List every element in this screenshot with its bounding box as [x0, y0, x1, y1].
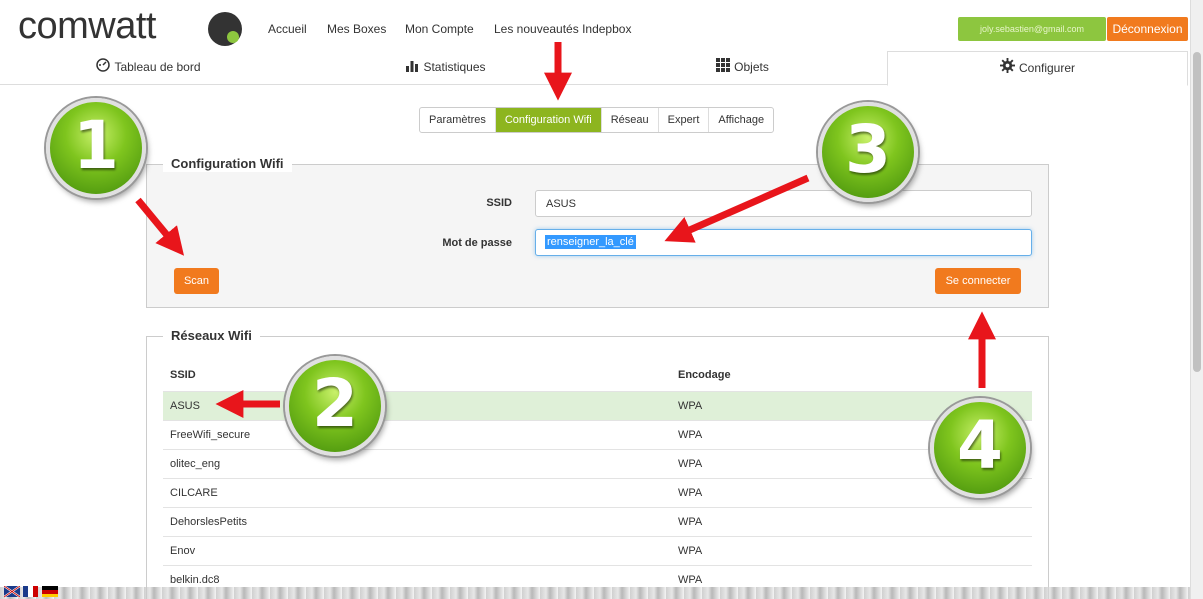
arrow-to-password — [664, 174, 810, 243]
step-2-badge: 2 — [285, 356, 385, 456]
arrow-to-scan — [135, 197, 185, 256]
step-4-badge: 4 — [930, 398, 1030, 498]
annotation-arrows — [135, 42, 996, 418]
step-1-badge: 1 — [46, 98, 146, 198]
step-3-badge: 3 — [818, 102, 918, 202]
